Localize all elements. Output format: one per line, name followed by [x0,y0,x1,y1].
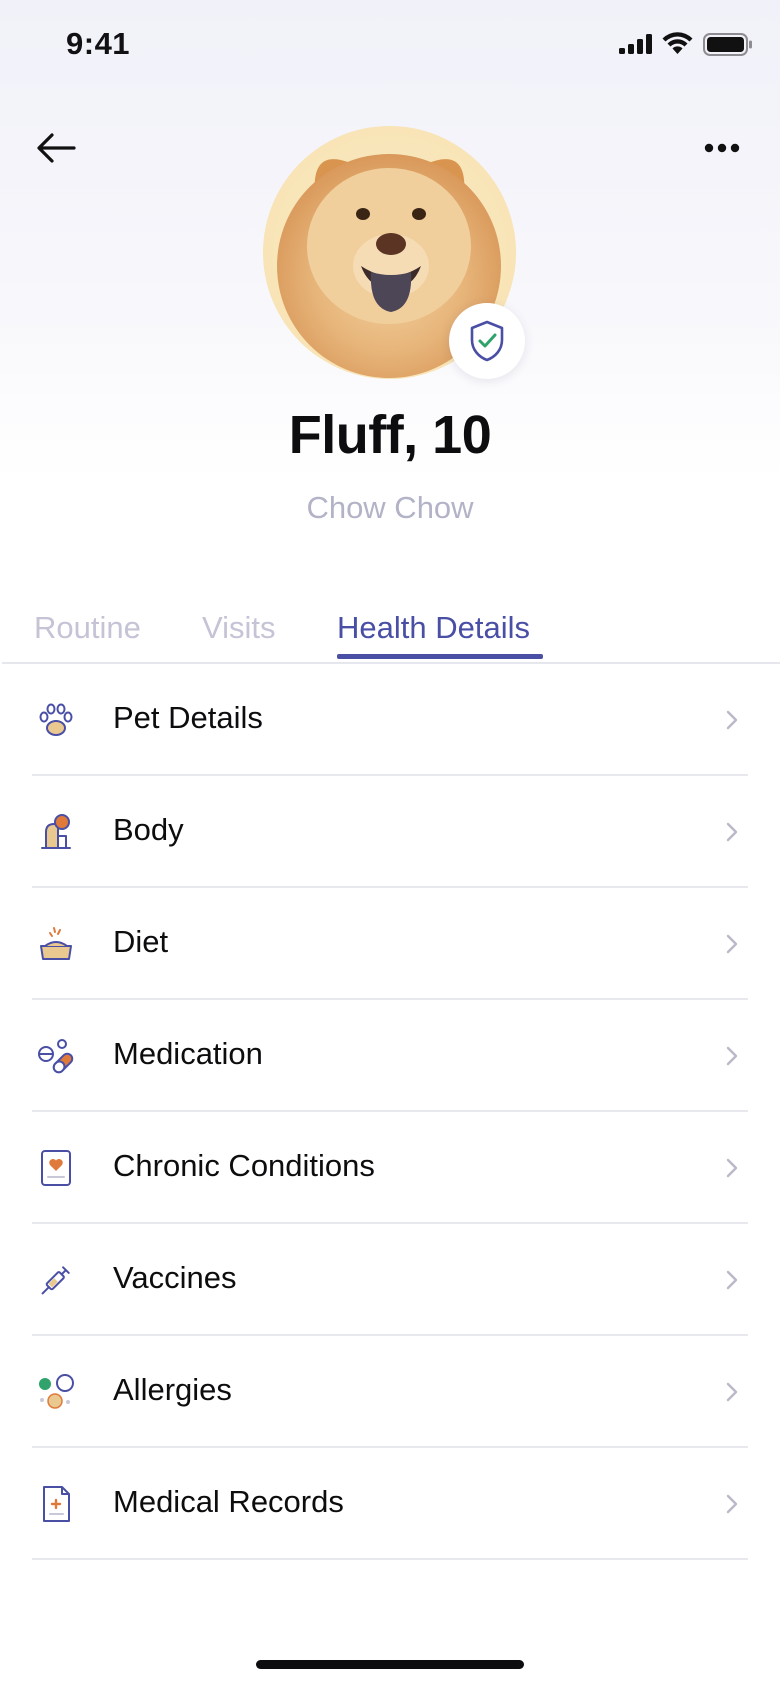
back-arrow-button[interactable] [34,130,78,166]
chevron-right-icon [726,1046,738,1066]
status-time: 9:41 [66,26,131,61]
home-indicator[interactable] [256,1660,524,1669]
tab-visits[interactable]: Visits [202,610,276,646]
heart-chart-icon [41,1150,71,1186]
food-bowl-icon [40,927,72,960]
chevron-right-icon [726,1270,738,1290]
active-tab-indicator [337,654,543,659]
allergen-icon [39,1374,74,1409]
list-item-label: Medical Records [113,1484,344,1519]
dog-body-icon [41,814,71,849]
list-item-label: Chronic Conditions [113,1148,375,1183]
list-item-medication[interactable]: Medication [0,1000,780,1112]
pet-breed: Chow Chow [306,490,474,525]
list-item-label: Body [113,812,184,847]
chevron-right-icon [726,1494,738,1514]
paw-icon [39,703,73,736]
list-item-chronic-conditions[interactable]: Chronic Conditions [0,1112,780,1224]
tab-health-details[interactable]: Health Details [337,610,530,646]
medical-document-icon [43,1486,70,1522]
chevron-right-icon [726,822,738,842]
list-item-diet[interactable]: Diet [0,888,780,1000]
chevron-right-icon [726,1382,738,1402]
shield-check-icon [470,320,504,362]
verified-badge [449,303,525,379]
health-details-list: Pet Details Body Diet Medication Chronic… [0,664,780,1560]
chevron-right-icon [726,934,738,954]
list-item-label: Diet [113,924,169,959]
more-options-button[interactable] [702,136,742,160]
wifi-icon [662,32,693,54]
list-item-body[interactable]: Body [0,776,780,888]
list-item-label: Allergies [113,1372,232,1407]
pet-name: Fluff, 10 [288,405,492,465]
pills-icon [38,1039,74,1074]
row-divider [32,1558,748,1560]
list-item-label: Pet Details [113,700,263,735]
chevron-right-icon [726,1158,738,1178]
list-item-label: Vaccines [113,1260,237,1295]
syringe-icon [41,1266,70,1295]
cellular-signal-icon [619,34,652,54]
battery-icon [703,33,752,56]
list-item-vaccines[interactable]: Vaccines [0,1224,780,1336]
profile-tabs: Routine Visits Health Details [0,600,780,664]
list-item-allergies[interactable]: Allergies [0,1336,780,1448]
list-item-medical-records[interactable]: Medical Records [0,1448,780,1560]
chevron-right-icon [726,710,738,730]
tab-routine[interactable]: Routine [34,610,141,646]
status-bar: 9:41 [0,0,780,92]
list-item-label: Medication [113,1036,263,1071]
list-item-pet-details[interactable]: Pet Details [0,664,780,776]
